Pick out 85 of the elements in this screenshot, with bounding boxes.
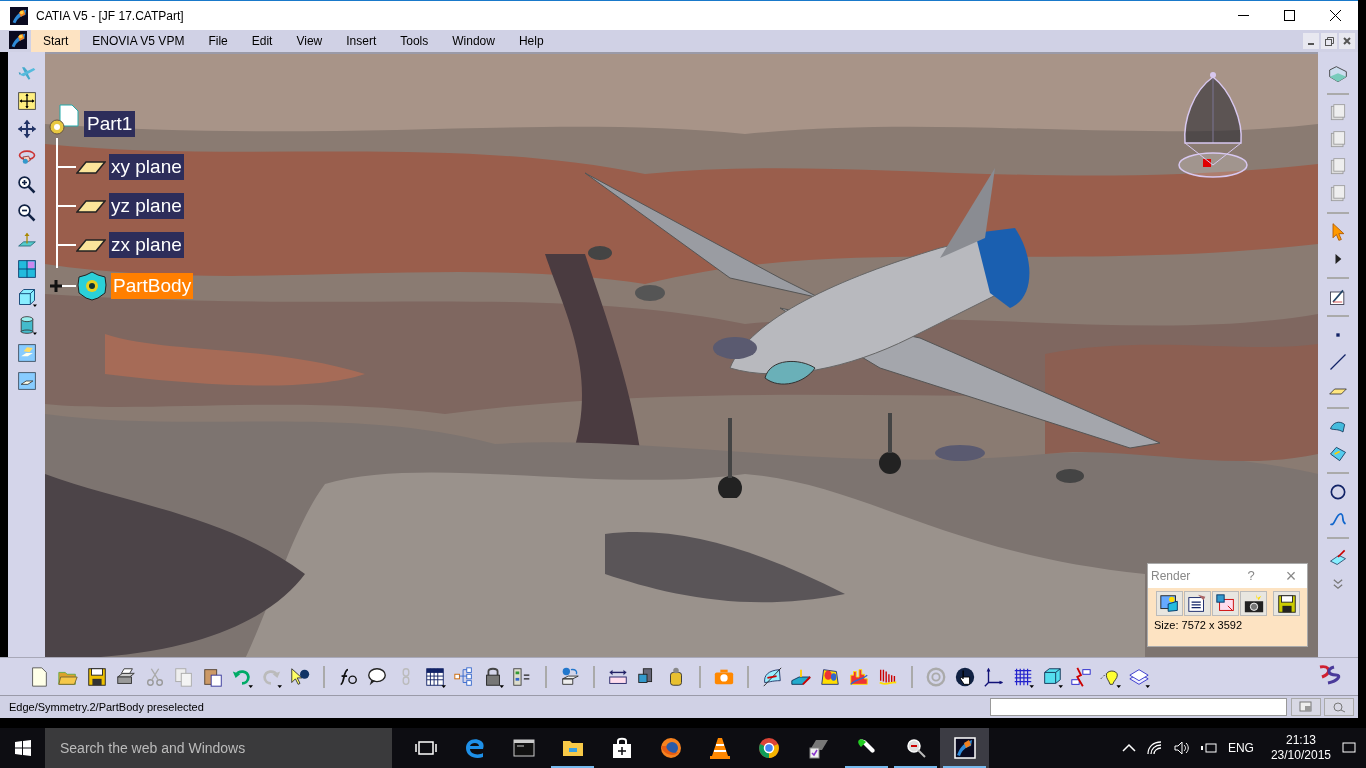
close-button[interactable]: × xyxy=(1281,567,1301,585)
part-icon[interactable] xyxy=(48,104,82,138)
speaker-icon[interactable] xyxy=(1173,741,1190,755)
notification-icon xyxy=(1342,741,1356,755)
command-input-field[interactable] xyxy=(990,698,1287,716)
window-icon xyxy=(1299,701,1313,713)
search-icon xyxy=(1332,701,1346,713)
render-image-icon xyxy=(1158,592,1181,615)
menu-item[interactable]: Start xyxy=(31,30,81,52)
hand-pointer-icon[interactable] xyxy=(954,665,976,688)
status-text: Edge/Symmetry.2/PartBody preselected xyxy=(9,699,204,715)
search-field[interactable]: Search the web and Windows xyxy=(45,728,392,768)
restore-button[interactable] xyxy=(1321,33,1337,49)
clock-time[interactable]: 21:13 xyxy=(1285,733,1316,748)
snap-icon[interactable] xyxy=(1070,665,1092,688)
tree-node[interactable]: yz plane xyxy=(109,193,184,219)
menu-item[interactable]: Insert xyxy=(334,30,389,52)
speech-bubble-icon[interactable] xyxy=(366,665,388,688)
help-icon[interactable] xyxy=(289,665,311,688)
multi-view-icon[interactable] xyxy=(16,259,37,279)
taskbar-button[interactable] xyxy=(940,728,989,768)
axis-system-icon[interactable] xyxy=(983,665,1005,688)
clock-date[interactable]: 23/10/2015 xyxy=(1270,748,1331,763)
menu-item[interactable]: Help xyxy=(506,30,556,52)
surface-icon[interactable] xyxy=(1328,444,1348,464)
toolbar-button[interactable] xyxy=(1156,591,1183,616)
language-indicator[interactable]: ENG xyxy=(1227,739,1254,757)
draft-analysis-icon[interactable] xyxy=(761,665,783,688)
fit-all-icon[interactable] xyxy=(16,91,37,111)
tree-node[interactable]: Part1 xyxy=(84,111,136,137)
size-text: Size: 7572 x 3592 xyxy=(1154,618,1244,633)
restore-icon xyxy=(1324,36,1334,46)
chrome-ball-icon xyxy=(756,736,781,760)
toolbar-button[interactable] xyxy=(1273,591,1300,616)
hand-icon[interactable] xyxy=(16,147,37,167)
save-icon xyxy=(1275,592,1298,615)
zoom-out-icon[interactable] xyxy=(16,203,37,223)
hide-show-icon[interactable] xyxy=(16,343,37,363)
measure-icon[interactable] xyxy=(1328,547,1348,567)
menu-item[interactable]: ENOVIA V5 VPM xyxy=(80,30,197,52)
menu-item[interactable]: File xyxy=(196,30,240,52)
body-icon[interactable] xyxy=(76,271,108,301)
expand-icon[interactable] xyxy=(48,278,64,294)
line-icon[interactable] xyxy=(1328,352,1348,372)
maximize-icon xyxy=(1283,10,1295,21)
windows-logo-icon xyxy=(14,740,31,756)
menu-item[interactable]: View xyxy=(284,30,335,52)
app-icon[interactable] xyxy=(8,31,28,49)
plane-icon[interactable] xyxy=(76,237,106,253)
close-icon xyxy=(1343,37,1351,45)
circle-icon[interactable] xyxy=(1328,482,1348,502)
bounding-box-icon[interactable] xyxy=(1041,665,1063,688)
chevron-up-icon[interactable] xyxy=(1121,743,1136,753)
swap-visible-icon[interactable] xyxy=(16,371,37,391)
wifi-icon[interactable] xyxy=(1146,741,1163,755)
fox-globe-icon xyxy=(658,736,683,760)
window-title: CATIA V5 - [JF 17.CATPart] xyxy=(36,7,184,25)
move-arrows-icon[interactable] xyxy=(16,119,37,139)
plane-icon[interactable] xyxy=(76,198,106,214)
save-icon[interactable] xyxy=(86,665,108,688)
tree-structure-icon[interactable] xyxy=(453,665,475,688)
minimize-button[interactable] xyxy=(1303,33,1319,49)
tree-node[interactable]: zx plane xyxy=(109,232,184,258)
menu-item[interactable]: Window xyxy=(440,30,507,52)
close-icon xyxy=(1329,10,1341,21)
dialog-title: Render xyxy=(1151,568,1191,585)
traffic-cone-icon xyxy=(707,736,732,760)
close-button[interactable] xyxy=(1339,33,1355,49)
help-button[interactable]: ? xyxy=(1241,566,1261,586)
toolbar-button[interactable] xyxy=(1240,591,1267,616)
menu-item[interactable]: Edit xyxy=(239,30,285,52)
menu-item[interactable]: Tools xyxy=(388,30,441,52)
toolbar-button[interactable] xyxy=(1184,591,1211,616)
shape-swap-icon[interactable] xyxy=(559,665,581,688)
terminal-icon xyxy=(511,736,536,760)
table-icon[interactable] xyxy=(424,665,446,688)
battery-icon[interactable] xyxy=(1200,741,1217,755)
app-icon xyxy=(952,736,977,760)
app-icon xyxy=(10,6,28,25)
camera-icon xyxy=(1242,592,1265,615)
zoom-in-icon[interactable] xyxy=(16,175,37,195)
tree-node[interactable]: xy plane xyxy=(109,154,184,180)
view-icon[interactable] xyxy=(1328,65,1348,85)
cube-icon[interactable] xyxy=(16,287,37,307)
plane-icon[interactable] xyxy=(76,159,106,175)
